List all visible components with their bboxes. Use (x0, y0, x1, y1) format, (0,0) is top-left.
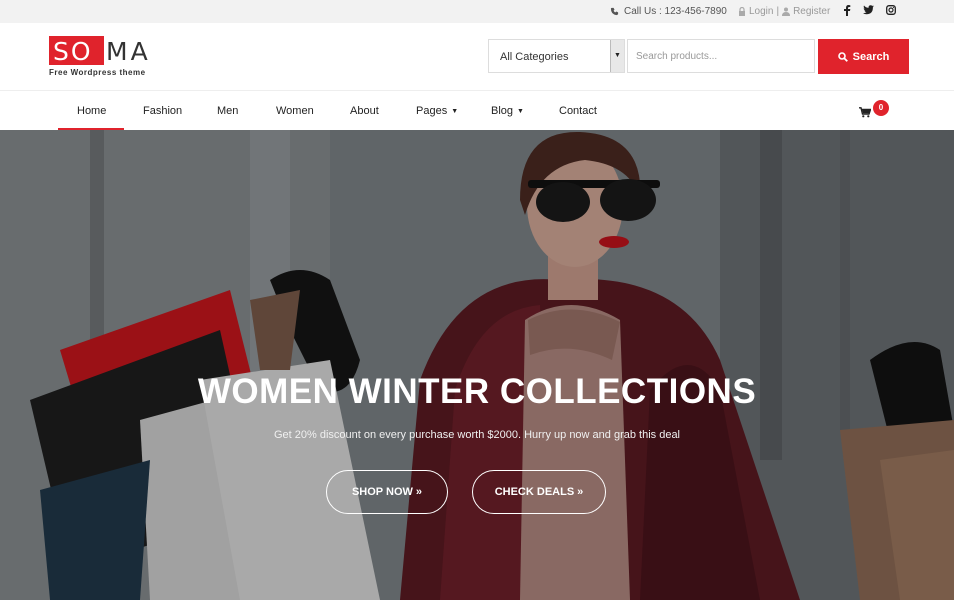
nav-item-about[interactable]: About (350, 105, 379, 117)
register-link[interactable]: Register (793, 6, 830, 17)
social-links (843, 5, 896, 16)
lock-icon (739, 7, 745, 16)
user-icon (782, 7, 791, 16)
hero-overlay (0, 130, 954, 600)
check-deals-label: CHECK DEALS (494, 486, 575, 498)
nav-item-pages-label: Pages (416, 105, 448, 117)
login-link[interactable]: Login (749, 6, 773, 17)
shopping-cart-icon (859, 107, 871, 118)
search-button-label: Search (852, 50, 890, 63)
link-separator: | (776, 6, 780, 17)
nav-item-women[interactable]: Women (276, 105, 314, 117)
nav-item-fashion[interactable]: Fashion (143, 105, 182, 117)
nav-item-blog-label: Blog (491, 105, 514, 117)
logo-tagline: Free Wordpress theme (49, 68, 146, 77)
twitter-icon[interactable] (863, 5, 874, 15)
site-header: SO MA Free Wordpress theme All Categorie… (0, 23, 954, 90)
main-nav: Home Fashion Men Women About Pages ▼ Blog… (0, 90, 954, 131)
nav-item-blog[interactable]: Blog ▼ (491, 105, 524, 117)
cart-count-badge: 0 (873, 100, 889, 116)
double-chevron-right-icon: » (577, 486, 584, 498)
hero-subtitle: Get 20% discount on every purchase worth… (273, 429, 681, 441)
category-select[interactable]: All Categories ▼ (488, 39, 625, 73)
search-input[interactable] (627, 39, 815, 73)
site-logo[interactable]: SO MA Free Wordpress theme (49, 36, 159, 80)
caret-down-icon: ▼ (451, 108, 459, 115)
cart-button[interactable]: 0 (859, 100, 899, 124)
logo-text-so: SO (53, 37, 93, 66)
top-bar: Call Us : 123-456-7890 Login | Register (0, 0, 954, 23)
logo-text-ma: MA (106, 37, 151, 66)
double-chevron-right-icon: » (415, 486, 423, 498)
nav-item-pages[interactable]: Pages ▼ (416, 105, 458, 117)
caret-down-icon: ▼ (517, 108, 524, 115)
search-icon (837, 51, 848, 62)
nav-item-men[interactable]: Men (217, 105, 238, 117)
shop-now-label: SHOP NOW (351, 486, 413, 498)
shop-now-button[interactable]: SHOP NOW » (326, 470, 448, 514)
account-links: Login | Register (738, 6, 830, 17)
nav-item-home[interactable]: Home (77, 105, 106, 117)
check-deals-button[interactable]: CHECK DEALS » (472, 470, 606, 514)
search-button[interactable]: Search (818, 39, 909, 74)
contact-phone: Call Us : 123-456-7890 (624, 6, 727, 17)
phone-icon (610, 7, 619, 16)
chevron-down-icon[interactable]: ▼ (610, 40, 624, 72)
hero-banner: WOMEN WINTER COLLECTIONS Get 20% discoun… (0, 130, 954, 600)
contact-info: Call Us : 123-456-7890 (610, 6, 727, 17)
hero-title: WOMEN WINTER COLLECTIONS (197, 372, 757, 411)
nav-item-contact[interactable]: Contact (559, 105, 597, 117)
instagram-icon[interactable] (886, 5, 896, 15)
facebook-icon[interactable] (843, 5, 851, 16)
category-select-value: All Categories (500, 51, 569, 63)
